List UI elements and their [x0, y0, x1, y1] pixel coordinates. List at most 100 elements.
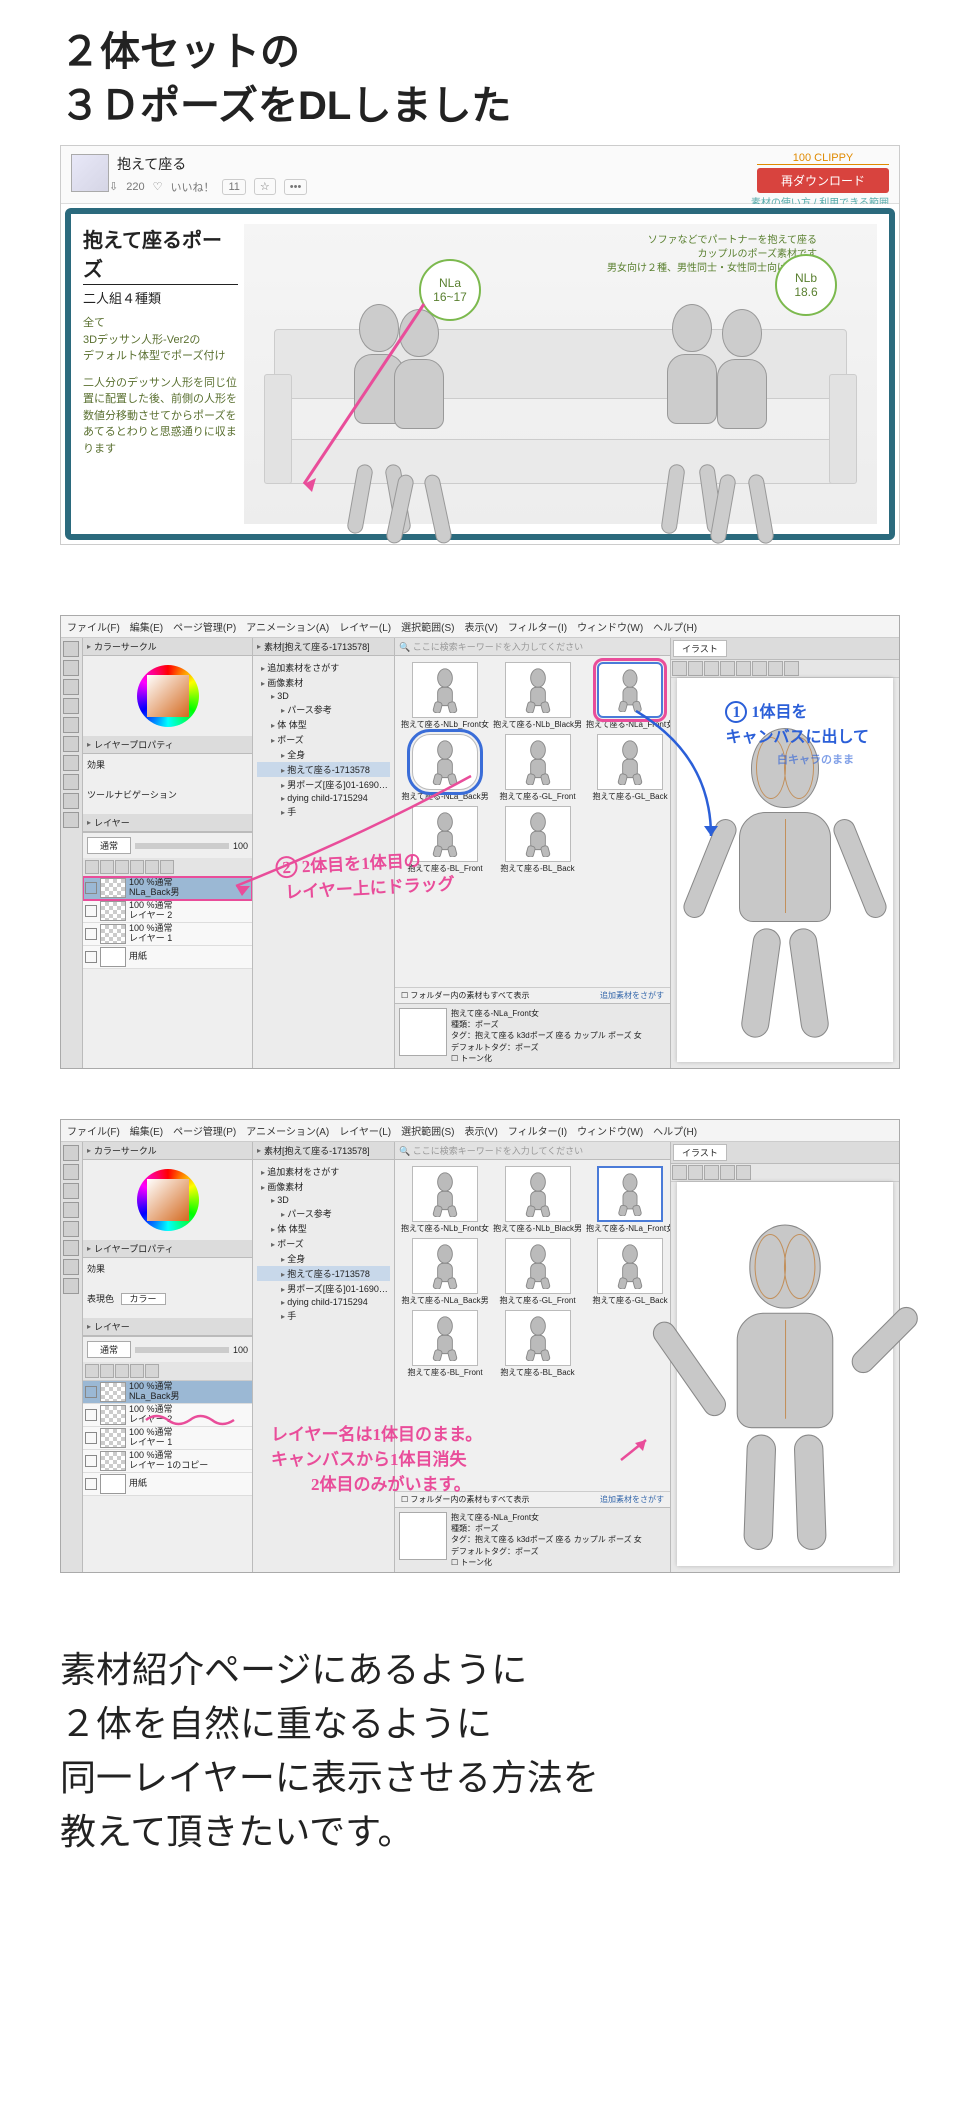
layer-row[interactable]: 用紙	[83, 1473, 252, 1496]
like-count[interactable]: 11	[222, 179, 245, 195]
material-item[interactable]: 抱えて座る-NLa_Back男	[401, 1238, 489, 1306]
visibility-toggle[interactable]	[85, 1432, 97, 1444]
menu-filter[interactable]: フィルター(I)	[508, 619, 567, 634]
tree-item3[interactable]: dying child-1715294	[257, 792, 390, 804]
layer-thumb	[100, 1382, 126, 1402]
menu-window[interactable]: ウィンドウ(W)	[577, 619, 643, 634]
material-tab[interactable]: 素材[抱えて座る-1713578]	[253, 638, 394, 656]
material-item[interactable]: 抱えて座る-NLb_Black男	[493, 1166, 582, 1234]
layer-row[interactable]: 100 %通常レイヤー 1	[83, 923, 252, 946]
layer-row[interactable]: 用紙	[83, 946, 252, 969]
layer-thumb	[100, 1405, 126, 1425]
heading-line2: ３ＤポーズをDLしました	[60, 79, 900, 133]
layer-row[interactable]: 100 %通常レイヤー 1	[83, 1427, 252, 1450]
material-label: 抱えて座る-NLa_Back男	[401, 1295, 489, 1306]
canvas-3d-figure-2[interactable]	[701, 1224, 869, 1539]
screenshot-2: ファイル(F)編集(E) ページ管理(P)アニメーション(A) レイヤー(L)選…	[60, 1119, 900, 1573]
tree-image[interactable]: 画像素材	[257, 675, 390, 690]
pose-title: 抱えて座るポーズ	[83, 224, 238, 285]
tool-btn[interactable]	[63, 793, 79, 809]
layerprop-head[interactable]: レイヤープロパティ	[83, 736, 252, 754]
tree-item2[interactable]: 男ポーズ[座る]01-1690778	[257, 777, 390, 792]
layer-row[interactable]: 100 %通常NLa_Back男	[83, 877, 252, 900]
visibility-toggle[interactable]	[85, 1478, 97, 1490]
tree-3d[interactable]: 3D	[257, 690, 390, 702]
layer-row[interactable]: 100 %通常NLa_Back男	[83, 1381, 252, 1404]
material-label: 抱えて座る-NLa_Front女	[586, 719, 670, 730]
material-label: 抱えて座る-GL_Front	[493, 1295, 582, 1306]
menu-file[interactable]: ファイル(F)	[67, 619, 120, 634]
opacity-slider[interactable]	[135, 843, 229, 849]
menu-select[interactable]: 選択範囲(S)	[401, 619, 454, 634]
canvas-tab[interactable]: イラスト	[673, 640, 727, 657]
tool-btn[interactable]	[63, 660, 79, 676]
tree-all[interactable]: 全身	[257, 747, 390, 762]
layer-panel-head[interactable]: レイヤー	[83, 814, 252, 832]
blend-mode[interactable]: 通常	[87, 837, 131, 854]
material-item[interactable]: 抱えて座る-NLa_Front女	[586, 1166, 670, 1234]
visibility-toggle[interactable]	[85, 928, 97, 940]
menu-page[interactable]: ページ管理(P)	[173, 619, 236, 634]
tree-pose[interactable]: ポーズ	[257, 732, 390, 747]
clippy-price: 100 CLIPPY	[757, 152, 889, 165]
menu-edit[interactable]: 編集(E)	[130, 619, 163, 634]
pose-para1: 全て 3Dデッサン人形-Ver2の デフォルト体型でポーズ付け	[83, 315, 238, 365]
menu-anim[interactable]: アニメーション(A)	[246, 619, 329, 634]
material-item[interactable]: 抱えて座る-GL_Front	[493, 734, 582, 802]
material-item[interactable]: 抱えて座る-BL_Back	[493, 1310, 582, 1378]
asset-thumbnail[interactable]	[71, 154, 109, 192]
menu-view[interactable]: 表示(V)	[464, 619, 497, 634]
star-button[interactable]: ☆	[254, 178, 276, 195]
mat-search[interactable]: 🔍 ここに検索キーワードを入力してください	[395, 638, 670, 656]
tool-btn[interactable]	[63, 698, 79, 714]
layer-tools	[83, 858, 252, 877]
redownload-button[interactable]: 再ダウンロード	[757, 168, 889, 193]
visibility-toggle[interactable]	[85, 1386, 97, 1398]
layer-row[interactable]: 100 %通常レイヤー 1のコピー	[83, 1450, 252, 1473]
visibility-toggle[interactable]	[85, 1455, 97, 1467]
material-label: 抱えて座る-NLa_Back男	[401, 791, 489, 802]
visibility-toggle[interactable]	[85, 951, 97, 963]
material-item[interactable]: 抱えて座る-NLa_Back男	[401, 734, 489, 802]
tree-body[interactable]: 体 体型	[257, 717, 390, 732]
material-label: 抱えて座る-GL_Front	[493, 791, 582, 802]
material-item[interactable]: 抱えて座る-GL_Back	[586, 734, 670, 802]
material-label: 抱えて座る-BL_Back	[493, 1367, 582, 1378]
material-item[interactable]: 抱えて座る-GL_Front	[493, 1238, 582, 1306]
tool-btn[interactable]	[63, 641, 79, 657]
canvas-3d-figure[interactable]	[705, 728, 865, 1028]
material-item[interactable]: 抱えて座る-BL_Front	[401, 1310, 489, 1378]
layer-row[interactable]: 100 %通常レイヤー 2	[83, 1404, 252, 1427]
material-item[interactable]: 抱えて座る-GL_Back	[586, 1238, 670, 1306]
layer-row[interactable]: 100 %通常レイヤー 2	[83, 900, 252, 923]
menu-layer[interactable]: レイヤー(L)	[339, 619, 391, 634]
tool-btn[interactable]	[63, 736, 79, 752]
color-wheel[interactable]	[137, 665, 199, 727]
more-button[interactable]: •••	[284, 179, 308, 195]
visibility-toggle[interactable]	[85, 1409, 97, 1421]
download-icon: ⇩	[109, 180, 118, 193]
asset-preview: 抱えて座るポーズ 二人組４種類 全て 3Dデッサン人形-Ver2の デフォルト体…	[65, 208, 895, 540]
material-item[interactable]: 抱えて座る-NLb_Front女	[401, 662, 489, 730]
tree-item1[interactable]: 抱えて座る-1713578	[257, 762, 390, 777]
tool-btn[interactable]	[63, 774, 79, 790]
tree-hand[interactable]: 手	[257, 804, 390, 819]
material-label: 抱えて座る-BL_Front	[401, 1367, 489, 1378]
page-heading: ２体セットの ３ＤポーズをDLしました	[0, 0, 960, 145]
material-item[interactable]: 抱えて座る-NLb_Front女	[401, 1166, 489, 1234]
material-item[interactable]: 抱えて座る-BL_Back	[493, 806, 582, 874]
visibility-toggle[interactable]	[85, 882, 97, 894]
tool-btn[interactable]	[63, 717, 79, 733]
tool-btn[interactable]	[63, 755, 79, 771]
asset-card: 抱えて座る ⇩ 220 ♡ いいね！ 11 ☆ ••• 100 CLIPPY 再…	[60, 145, 900, 545]
add-material-btn[interactable]: 追加素材をさがす	[600, 990, 664, 1001]
tree-add[interactable]: 追加素材をさがす	[257, 660, 390, 675]
tree-pers[interactable]: パース参考	[257, 702, 390, 717]
tool-btn[interactable]	[63, 812, 79, 828]
material-item[interactable]: 抱えて座る-NLa_Front女	[586, 662, 670, 730]
visibility-toggle[interactable]	[85, 905, 97, 917]
material-item[interactable]: 抱えて座る-NLb_Black男	[493, 662, 582, 730]
menu-help[interactable]: ヘルプ(H)	[653, 619, 697, 634]
tool-btn[interactable]	[63, 679, 79, 695]
color-panel-head[interactable]: カラーサークル	[83, 638, 252, 656]
